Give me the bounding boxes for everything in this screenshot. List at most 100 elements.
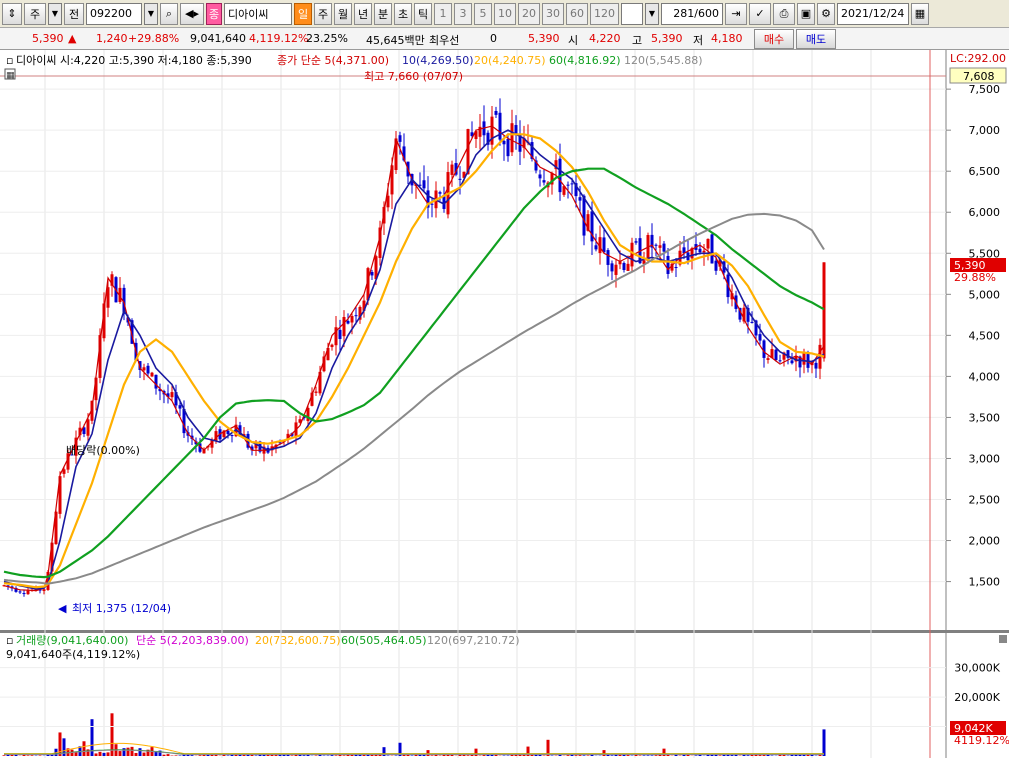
volume-bar: [734, 754, 738, 756]
chevron-down-icon[interactable]: ▼: [645, 2, 659, 25]
panel-settings-icon[interactable]: ▫: [6, 54, 13, 67]
search-icon[interactable]: ⌕: [160, 2, 178, 25]
candle-body: [346, 320, 350, 324]
volume-bar: [714, 754, 718, 756]
price-tick-label: 4,000: [969, 370, 1001, 383]
price-panel-title: 디아이씨 시:4,220 고:5,390 저:4,180 종:5,390: [16, 54, 252, 67]
volume-panel-settings-icon[interactable]: ▫: [6, 634, 13, 647]
sector-badge[interactable]: 종: [206, 2, 222, 25]
calendar-icon[interactable]: ▦: [911, 2, 929, 25]
period-year-tab[interactable]: 년: [354, 2, 372, 25]
candle-count-input[interactable]: 281/600: [661, 2, 723, 25]
volume-bar: [610, 755, 614, 756]
volume-bar: [650, 755, 654, 756]
volume-bar: [302, 755, 306, 756]
minute-3-button[interactable]: 3: [454, 2, 472, 25]
volume-bar: [342, 755, 346, 756]
candle-body: [758, 334, 762, 341]
date-input[interactable]: 2021/12/24: [837, 2, 909, 25]
candle-body: [354, 315, 358, 317]
chart-area[interactable]: 7,5007,0006,5006,0005,5005,0004,5004,000…: [0, 50, 1009, 758]
best-bid-label: 최우선: [429, 34, 460, 47]
minute-60-button[interactable]: 60: [566, 2, 588, 25]
chevron-down-icon[interactable]: ▼: [48, 2, 62, 25]
volume-panel-menu-icon[interactable]: [999, 635, 1007, 643]
volume-bar: [422, 754, 426, 756]
open-label: 시: [568, 34, 579, 47]
volume-ma120-legend: 120(697,210.72): [427, 634, 520, 647]
ma120-legend: 120(5,545.88): [624, 54, 703, 67]
price-tick-label: 5,000: [969, 288, 1001, 301]
candle-body: [606, 250, 610, 265]
chart-tool-icon[interactable]: ✓: [749, 2, 771, 25]
volume-bar: [822, 729, 826, 756]
candle-body: [226, 430, 230, 435]
minute-10-button[interactable]: 10: [494, 2, 516, 25]
period-month-tab[interactable]: 월: [334, 2, 352, 25]
high-price: 5,390: [651, 32, 683, 45]
candle-body: [570, 183, 574, 185]
minute-30-button[interactable]: 30: [542, 2, 564, 25]
print-icon[interactable]: ⎙: [773, 2, 795, 25]
jeon-button[interactable]: 전: [64, 2, 84, 25]
buy-button[interactable]: 매수: [754, 29, 794, 49]
high-label: 고: [632, 34, 643, 47]
minute-5-button[interactable]: 5: [474, 2, 492, 25]
period-day-tab[interactable]: 일: [294, 2, 312, 25]
minute-1-button[interactable]: 1: [434, 2, 452, 25]
volume-bar: [106, 752, 110, 756]
volume-ratio: 4,119.12%: [249, 32, 309, 45]
period-tick-tab[interactable]: 틱: [414, 2, 432, 25]
volume-bar: [758, 755, 762, 756]
volume-bar: [174, 755, 178, 756]
volume-badge-pct: 4119.12%: [954, 734, 1009, 747]
candle-body: [450, 164, 454, 175]
volume-bar: [162, 754, 166, 756]
volume-bar: [210, 754, 214, 756]
volume-tick-label: 30,000K: [954, 662, 1000, 675]
candle-body: [430, 203, 434, 205]
volume-bar: [190, 755, 194, 756]
zoom-in-icon[interactable]: ⇥: [725, 2, 747, 25]
sell-button[interactable]: 매도: [796, 29, 836, 49]
volume-bar: [142, 752, 146, 756]
price-tick-label: 3,500: [969, 411, 1001, 424]
chevron-down-icon[interactable]: ▼: [144, 2, 158, 25]
candle-body: [494, 110, 498, 115]
price-badge-pct: 29.88%: [954, 271, 996, 284]
minute-120-button[interactable]: 120: [590, 2, 619, 25]
volume-bar: [466, 755, 470, 756]
price-tick-label: 7,500: [969, 83, 1001, 96]
stock-code-input[interactable]: 092200: [86, 2, 142, 25]
low-annotation: 최저 1,375 (12/04): [72, 602, 171, 615]
period-second-tab[interactable]: 초: [394, 2, 412, 25]
volume-bar: [138, 748, 142, 756]
volume-bar: [642, 755, 646, 756]
volume-bar: [82, 741, 86, 756]
market-select[interactable]: 주: [24, 2, 46, 25]
gear-icon[interactable]: ⚙: [817, 2, 835, 25]
volume-value: 9,041,640: [190, 32, 246, 45]
candle-body: [338, 329, 342, 339]
volume-bar: [430, 755, 434, 756]
custom-period-input[interactable]: [621, 2, 643, 25]
volume-bar: [586, 755, 590, 756]
candle-body: [674, 267, 678, 269]
candle-body: [370, 271, 374, 276]
toolbar: ⇕ 주 ▼ 전 092200 ▼ ⌕ ◀▸ 종 디아이씨 일 주 월 년 분 초…: [0, 0, 1009, 28]
volume-bar: [10, 754, 14, 756]
period-minute-tab[interactable]: 분: [374, 2, 392, 25]
quote-bar: 5,390 ▲ 1,240 +29.88% 9,041,640 4,119.12…: [0, 28, 1009, 50]
save-icon[interactable]: ▣: [797, 2, 815, 25]
volume-plot-area[interactable]: [0, 633, 946, 758]
link-icon[interactable]: ⇕: [2, 2, 22, 25]
candle-body: [510, 123, 514, 153]
minute-20-button[interactable]: 20: [518, 2, 540, 25]
period-week-tab[interactable]: 주: [314, 2, 332, 25]
volume-bar: [102, 752, 106, 756]
candle-body: [714, 260, 718, 271]
speaker-icon[interactable]: ◀▸: [180, 2, 204, 25]
last-price: 5,390: [528, 32, 560, 45]
candle-body: [622, 262, 626, 270]
volume-bar: [410, 755, 414, 756]
